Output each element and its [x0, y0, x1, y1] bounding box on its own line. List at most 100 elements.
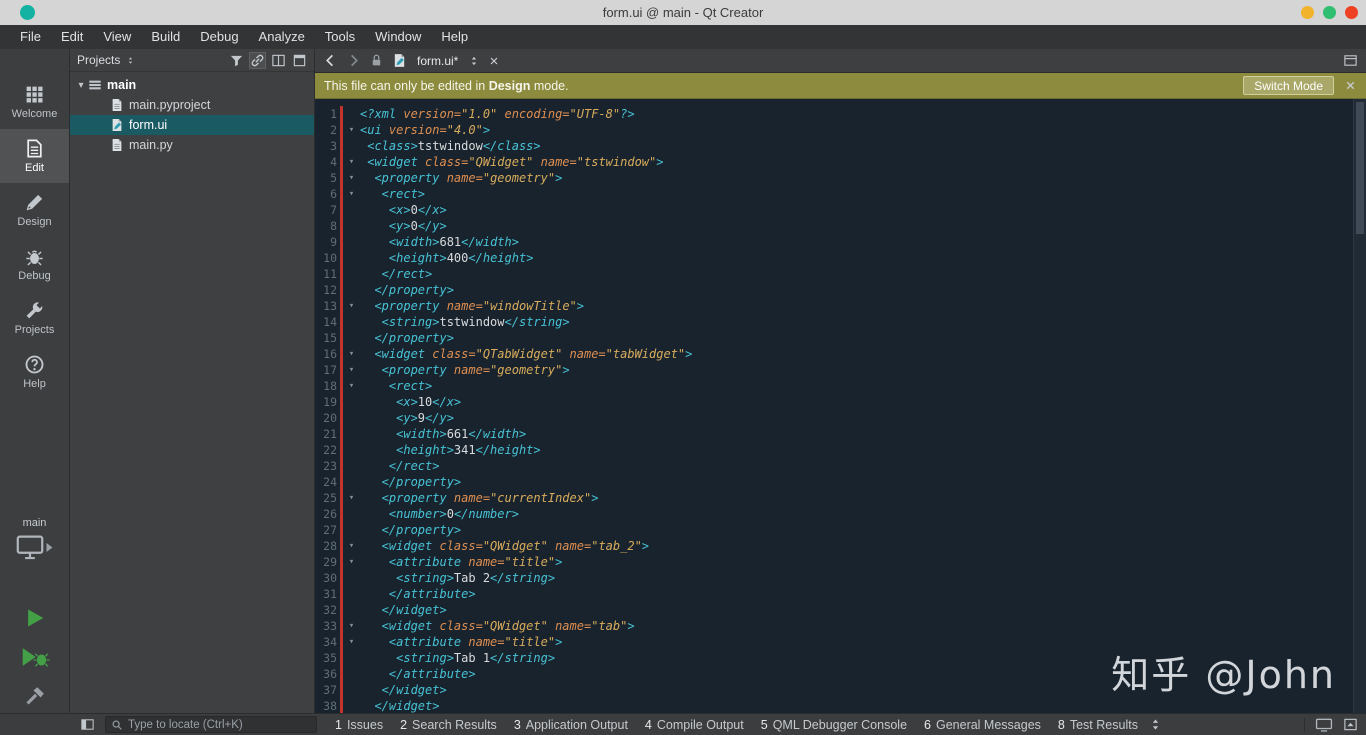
run-button[interactable]: [24, 607, 46, 629]
mode-help[interactable]: Help: [0, 345, 69, 399]
menu-build[interactable]: Build: [141, 25, 190, 49]
fold-marker-icon[interactable]: ▾: [343, 637, 360, 647]
code-line[interactable]: 33▾ <widget class="QWidget" name="tab">: [315, 618, 1366, 634]
fold-marker-icon[interactable]: ▾: [343, 365, 360, 375]
fold-marker-icon[interactable]: ▾: [343, 173, 360, 183]
code-line[interactable]: 22 <height>341</height>: [315, 442, 1366, 458]
menu-help[interactable]: Help: [431, 25, 478, 49]
fold-marker-icon[interactable]: ▾: [343, 301, 360, 311]
code-line[interactable]: 13▾ <property name="windowTitle">: [315, 298, 1366, 314]
kit-selector[interactable]: main: [0, 517, 69, 560]
mode-edit[interactable]: Edit: [0, 129, 69, 183]
menu-tools[interactable]: Tools: [315, 25, 365, 49]
code-line[interactable]: 23 </rect>: [315, 458, 1366, 474]
code-line[interactable]: 27 </property>: [315, 522, 1366, 538]
code-line[interactable]: 15 </property>: [315, 330, 1366, 346]
pane-test-results[interactable]: 8Test Results: [1058, 718, 1138, 732]
maximize-output-pane-icon[interactable]: [1343, 717, 1358, 732]
pane-issues[interactable]: 1Issues: [335, 718, 383, 732]
close-window-button[interactable]: [1345, 6, 1358, 19]
code-editor[interactable]: 1<?xml version="1.0" encoding="UTF-8"?>2…: [315, 99, 1366, 713]
menu-debug[interactable]: Debug: [190, 25, 248, 49]
fold-marker-icon[interactable]: ▾: [343, 157, 360, 167]
link-with-editor-icon[interactable]: [250, 53, 265, 68]
code-line[interactable]: 26 <number>0</number>: [315, 506, 1366, 522]
code-line[interactable]: 5▾ <property name="geometry">: [315, 170, 1366, 186]
code-line[interactable]: 18▾ <rect>: [315, 378, 1366, 394]
code-line[interactable]: 1<?xml version="1.0" encoding="UTF-8"?>: [315, 106, 1366, 122]
build-button[interactable]: [24, 685, 46, 707]
expander-icon[interactable]: ▾: [74, 80, 88, 91]
code-line[interactable]: 20 <y>9</y>: [315, 410, 1366, 426]
code-line[interactable]: 24 </property>: [315, 474, 1366, 490]
monitor-icon[interactable]: [16, 535, 44, 560]
split-panel-icon[interactable]: [271, 53, 286, 68]
forward-icon[interactable]: [346, 53, 361, 68]
fold-marker-icon[interactable]: ▾: [343, 557, 360, 567]
code-line[interactable]: 17▾ <property name="geometry">: [315, 362, 1366, 378]
code-line[interactable]: 12 </property>: [315, 282, 1366, 298]
code-line[interactable]: 2▾<ui version="4.0">: [315, 122, 1366, 138]
fold-marker-icon[interactable]: ▾: [343, 125, 360, 135]
pane-application-output[interactable]: 3Application Output: [514, 718, 628, 732]
code-line[interactable]: 11 </rect>: [315, 266, 1366, 282]
code-line[interactable]: 3 <class>tstwindow</class>: [315, 138, 1366, 154]
menu-file[interactable]: File: [10, 25, 51, 49]
code-line[interactable]: 29▾ <attribute name="title">: [315, 554, 1366, 570]
title-bar[interactable]: form.ui @ main - Qt Creator: [0, 0, 1366, 25]
pane-compile-output[interactable]: 4Compile Output: [645, 718, 744, 732]
code-line[interactable]: 16▾ <widget class="QTabWidget" name="tab…: [315, 346, 1366, 362]
code-line[interactable]: 32 </widget>: [315, 602, 1366, 618]
fold-marker-icon[interactable]: ▾: [343, 541, 360, 551]
code-line[interactable]: 6▾ <rect>: [315, 186, 1366, 202]
infobar-close-icon[interactable]: [1344, 79, 1357, 92]
code-line[interactable]: 31 </attribute>: [315, 586, 1366, 602]
menu-view[interactable]: View: [93, 25, 141, 49]
document-dropdown-icon[interactable]: [468, 55, 480, 67]
tree-item-main-pyproject[interactable]: main.pyproject: [70, 95, 314, 115]
locator-input[interactable]: [128, 719, 311, 731]
mode-projects[interactable]: Projects: [0, 291, 69, 345]
progress-details-icon[interactable]: [1315, 718, 1333, 732]
close-document-icon[interactable]: [488, 55, 500, 67]
code-line[interactable]: 14 <string>tstwindow</string>: [315, 314, 1366, 330]
fold-marker-icon[interactable]: ▾: [343, 381, 360, 391]
code-line[interactable]: 25▾ <property name="currentIndex">: [315, 490, 1366, 506]
code-line[interactable]: 21 <width>661</width>: [315, 426, 1366, 442]
pane-navigation-icon[interactable]: [1148, 717, 1163, 732]
fold-marker-icon[interactable]: ▾: [343, 621, 360, 631]
switch-mode-button[interactable]: Switch Mode: [1243, 76, 1334, 95]
sidebar-toggle-icon[interactable]: [80, 717, 95, 732]
filter-icon[interactable]: [229, 53, 244, 68]
back-icon[interactable]: [323, 53, 338, 68]
code-line[interactable]: 30 <string>Tab 2</string>: [315, 570, 1366, 586]
mode-welcome[interactable]: Welcome: [0, 75, 69, 129]
code-line[interactable]: 19 <x>10</x>: [315, 394, 1366, 410]
minimize-button[interactable]: [1301, 6, 1314, 19]
panel-selector-icon[interactable]: [126, 55, 135, 66]
pane-search-results[interactable]: 2Search Results: [400, 718, 497, 732]
tree-item-main-py[interactable]: main.py: [70, 135, 314, 155]
fold-marker-icon[interactable]: ▾: [343, 189, 360, 199]
tree-item-form-ui[interactable]: form.ui: [70, 115, 314, 135]
locator[interactable]: [105, 716, 317, 733]
code-line[interactable]: 9 <width>681</width>: [315, 234, 1366, 250]
menu-edit[interactable]: Edit: [51, 25, 93, 49]
tree-item-main[interactable]: ▾main: [70, 75, 314, 95]
panel-title[interactable]: Projects: [77, 53, 120, 67]
menu-analyze[interactable]: Analyze: [249, 25, 315, 49]
panel-window-icon[interactable]: [292, 53, 307, 68]
code-line[interactable]: 38 </widget>: [315, 698, 1366, 713]
code-line[interactable]: 8 <y>0</y>: [315, 218, 1366, 234]
scrollbar-thumb[interactable]: [1356, 102, 1364, 234]
pane-general-messages[interactable]: 6General Messages: [924, 718, 1041, 732]
pane-qml-debugger-console[interactable]: 5QML Debugger Console: [761, 718, 907, 732]
menu-window[interactable]: Window: [365, 25, 431, 49]
code-line[interactable]: 10 <height>400</height>: [315, 250, 1366, 266]
fold-marker-icon[interactable]: ▾: [343, 493, 360, 503]
code-line[interactable]: 7 <x>0</x>: [315, 202, 1366, 218]
editor-scrollbar[interactable]: [1353, 99, 1366, 713]
split-editor-icon[interactable]: [1343, 53, 1358, 68]
fold-marker-icon[interactable]: ▾: [343, 349, 360, 359]
mode-design[interactable]: Design: [0, 183, 69, 237]
